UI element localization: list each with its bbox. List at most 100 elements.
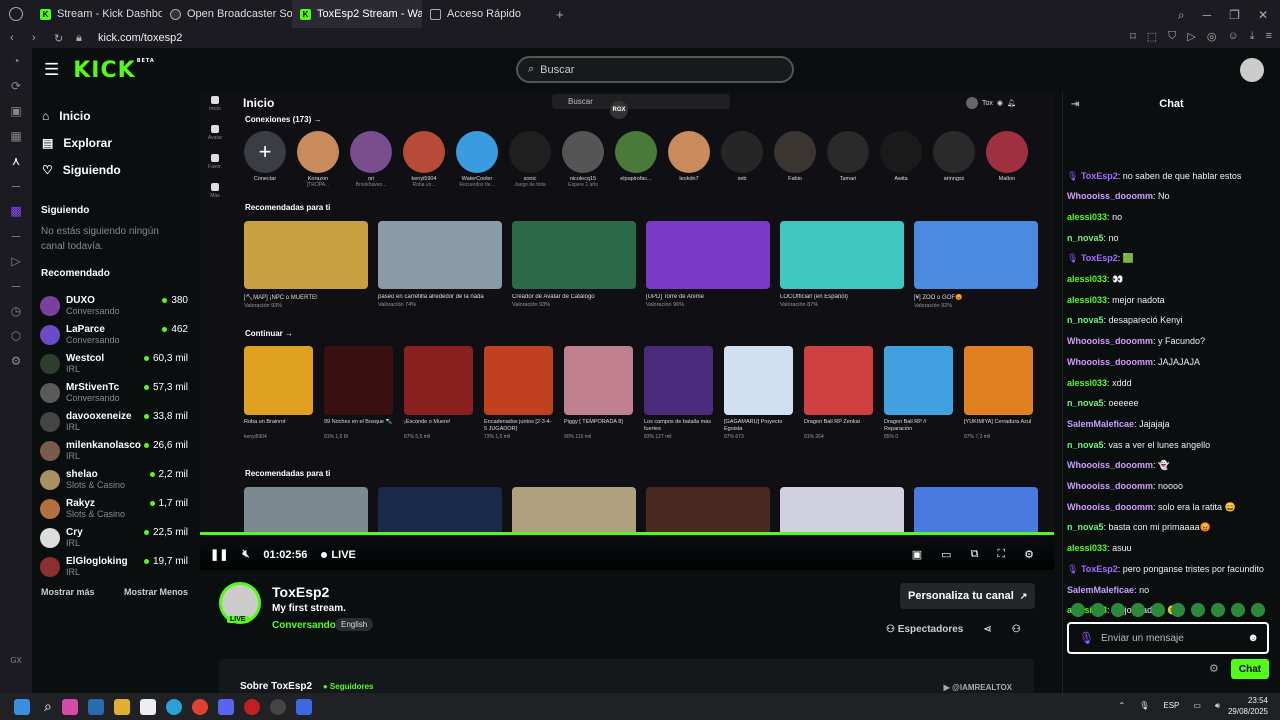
kick-sidebar-icon[interactable]: ⋏ [12, 154, 21, 168]
opera-menu-icon[interactable] [9, 7, 23, 21]
nav-siguiendo[interactable]: ♡ Siguiendo [32, 156, 194, 183]
chat-username[interactable]: n_nova5 [1067, 315, 1104, 325]
play-icon[interactable]: ▷ [1187, 30, 1195, 43]
back-icon[interactable]: ‹ [10, 32, 22, 44]
chat-username[interactable]: Whoooiss_dooomm [1067, 502, 1153, 512]
windows-start-icon[interactable] [14, 698, 30, 715]
customize-channel-button[interactable]: Personaliza tu canal ↗ [900, 583, 1036, 609]
emote-icon[interactable] [1151, 603, 1165, 617]
gx-corner-icon[interactable]: ▣ [10, 104, 21, 118]
recommended-channel[interactable]: davooxeneize IRL 33,8 mil [32, 407, 194, 436]
recommended-channel[interactable]: shelao Slots & Casino 2,2 mil [32, 465, 194, 494]
chat-username[interactable]: Whoooiss_dooomm [1067, 191, 1153, 201]
obs-icon[interactable] [269, 698, 286, 715]
maximize-icon[interactable]: ❐ [1229, 8, 1240, 23]
progress-bar[interactable] [200, 532, 1054, 535]
chat-username[interactable]: alessi033 [1067, 378, 1107, 388]
profile-icon[interactable]: ☺ [1227, 30, 1238, 43]
share-icon[interactable]: ⋖ [983, 624, 991, 635]
speed-dial-icon[interactable]: ◔ [12, 54, 19, 68]
close-icon[interactable]: ✕ [1258, 8, 1268, 23]
show-more-button[interactable]: Mostrar más [41, 587, 95, 597]
hamburger-menu-icon[interactable]: ☰ [44, 60, 59, 80]
emote-icon[interactable] [1071, 603, 1085, 617]
app-icon[interactable] [295, 698, 312, 715]
recommended-channel[interactable]: milenkanolasco IRL 26,6 mil [32, 436, 194, 465]
emote-icon[interactable] [1171, 603, 1185, 617]
recommended-channel[interactable]: DUXO Conversando 380 [32, 291, 194, 320]
reload-icon[interactable]: ↻ [54, 32, 66, 45]
viewers-button[interactable]: ⚇ Espectadores [886, 624, 963, 635]
new-tab-button[interactable]: + [556, 7, 564, 22]
clip-icon[interactable]: ▣ [912, 548, 922, 561]
chat-username[interactable]: ToxEsp2 [1081, 564, 1118, 574]
channel-name[interactable]: ToxEsp2 [272, 584, 329, 600]
snapshot-icon[interactable]: ◎ [1207, 30, 1217, 43]
gx-icon[interactable]: GX [10, 656, 22, 665]
chat-send-button[interactable]: Chat [1231, 659, 1269, 679]
settings-icon[interactable]: ⚙ [11, 354, 22, 368]
flow-icon[interactable]: ⟳ [11, 79, 21, 93]
download-icon[interactable]: ⤓ [1250, 30, 1255, 43]
shield-icon[interactable]: ⛉ [1168, 30, 1176, 43]
chat-username[interactable]: n_nova5 [1067, 233, 1104, 243]
search-input[interactable]: ⌕ Buscar [516, 56, 794, 83]
extension-icon[interactable]: ⬚ [1147, 30, 1157, 43]
chat-username[interactable]: ToxEsp2 [1081, 253, 1118, 263]
emote-icon[interactable] [1251, 603, 1265, 617]
copilot-icon[interactable] [61, 698, 78, 715]
file-explorer-icon[interactable] [113, 698, 130, 715]
recommended-channel[interactable]: Westcol IRL 60,3 mil [32, 349, 194, 378]
bookmark-icon[interactable]: ⌑ [1130, 30, 1136, 43]
user-avatar[interactable] [1240, 58, 1264, 82]
nav-inicio[interactable]: ⌂ Inicio [32, 102, 194, 129]
url-field[interactable]: kick.com/toxesp2 [98, 32, 182, 44]
chat-username[interactable]: ToxEsp2 [1081, 171, 1118, 181]
collapse-chat-icon[interactable]: ⇥ [1071, 99, 1079, 110]
stream-video[interactable]: Inicio Avatar Favor. Más Inicio Buscar R… [200, 92, 1054, 535]
twitch-icon[interactable]: ▩ [10, 204, 21, 218]
chat-username[interactable]: n_nova5 [1067, 440, 1104, 450]
search-icon[interactable]: ⌕ [44, 698, 52, 715]
stream-category[interactable]: Conversando [272, 620, 336, 631]
tab-obs[interactable]: Open Broadcaster Softwa [162, 0, 292, 28]
news-icon[interactable]: ▦ [10, 129, 21, 143]
tab-toxesp2-stream[interactable]: K ToxEsp2 Stream - Watch [292, 0, 422, 28]
chat-username[interactable]: n_nova5 [1067, 398, 1104, 408]
search-tabs-icon[interactable]: ⌕ [1178, 8, 1185, 23]
chrome-icon[interactable] [191, 698, 208, 715]
mic-icon[interactable]: 🎙︎ [1139, 701, 1149, 711]
fullscreen-icon[interactable]: ⛶ [997, 548, 1005, 561]
kick-logo[interactable]: KICKBETA [73, 58, 155, 83]
chat-username[interactable]: Whoooiss_dooomm [1067, 460, 1153, 470]
chat-username[interactable]: alessi033 [1067, 543, 1107, 553]
cube-icon[interactable]: ⬡ [11, 329, 21, 343]
network-icon[interactable]: ▭ [1193, 701, 1201, 711]
chat-username[interactable]: alessi033 [1067, 212, 1107, 222]
player-icon[interactable]: ▷ [11, 254, 20, 268]
edge-icon[interactable] [165, 698, 182, 715]
store-icon[interactable] [139, 698, 156, 715]
opera-gx-icon[interactable] [243, 698, 260, 715]
show-less-button[interactable]: Mostrar Menos [124, 587, 188, 597]
add-user-icon[interactable]: ⚇ [1012, 624, 1021, 635]
tab-acceso-rapido[interactable]: Acceso Rápido [422, 0, 552, 28]
emote-icon[interactable] [1191, 603, 1205, 617]
chat-username[interactable]: alessi033 [1067, 295, 1107, 305]
chat-username[interactable]: SalemMaleficae [1067, 419, 1134, 429]
recommended-channel[interactable]: Rakyz Slots & Casino 1,7 mil [32, 494, 194, 523]
recommended-channel[interactable]: Cry IRL 22,5 mil [32, 523, 194, 552]
chat-settings-icon[interactable]: ⚙ [1209, 662, 1219, 675]
forward-icon[interactable]: › [32, 32, 44, 44]
recommended-channel[interactable]: MrStivenTc Conversando 57,3 mil [32, 378, 194, 407]
chat-input[interactable]: 🎙︎ Enviar un mensaje ☻ [1067, 622, 1269, 654]
chat-username[interactable]: n_nova5 [1067, 522, 1104, 532]
nav-explorar[interactable]: ▤ Explorar [32, 129, 194, 156]
emote-icon[interactable] [1111, 603, 1125, 617]
theater-icon[interactable]: ▭ [941, 548, 951, 561]
social-link[interactable]: ▶ @IAMREALTOX [944, 683, 1012, 692]
pause-icon[interactable]: ❚❚ [210, 548, 228, 561]
menu-icon[interactable]: ≡ [1266, 30, 1272, 43]
volume-icon[interactable]: 🔊︎ [1215, 701, 1220, 711]
tab-kick-dashboard[interactable]: K Stream - Kick Dashboard [32, 0, 162, 28]
